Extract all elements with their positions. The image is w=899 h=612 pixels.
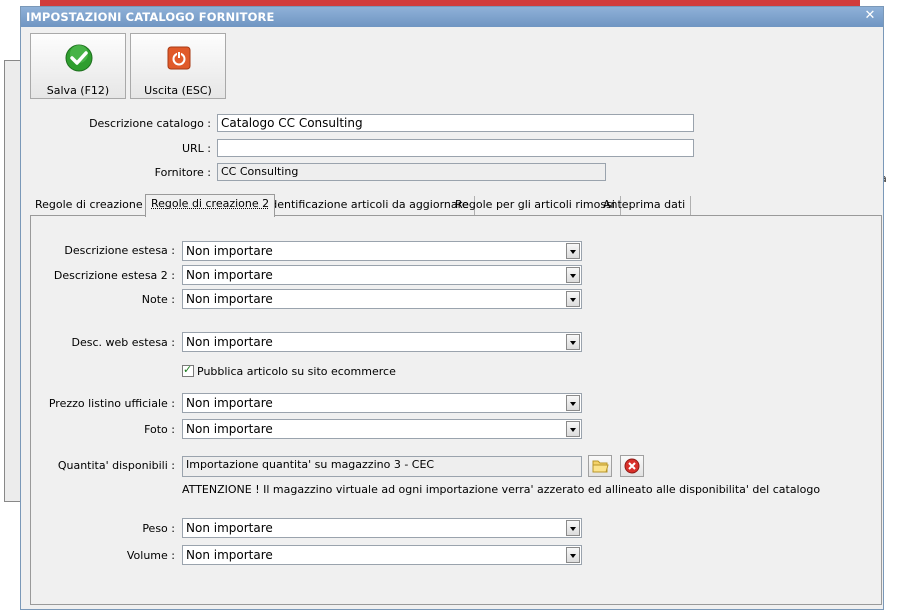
extended-description-select[interactable]: Non importare [182, 241, 582, 261]
select-value: Non importare [186, 292, 273, 306]
warning-text: ATTENZIONE ! Il magazzino virtuale ad og… [182, 483, 821, 496]
publish-ecommerce-label: Pubblica articolo su sito ecommerce [197, 365, 396, 378]
close-icon[interactable]: ✕ [863, 9, 877, 23]
url-label: URL : [181, 142, 211, 155]
exit-button-label: Uscita (ESC) [144, 84, 212, 97]
tab-label: Anteprima dati [603, 198, 686, 211]
photo-label: Foto : [144, 423, 175, 436]
list-price-select[interactable]: Non importare [182, 393, 582, 413]
tab-label: Regole di creazione 2 [151, 197, 270, 210]
chevron-down-icon[interactable] [566, 243, 580, 259]
tab-data-preview[interactable]: Anteprima dati [598, 196, 692, 215]
volume-select[interactable]: Non importare [182, 545, 582, 565]
chevron-down-icon[interactable] [566, 291, 580, 307]
tab-creation-rules-1[interactable]: Regole di creazione 1 [30, 196, 160, 215]
tab-label: Regole per gli articoli rimossi [455, 198, 615, 211]
notes-select[interactable]: Non importare [182, 289, 582, 309]
extended-description-2-label: Descrizione estesa 2 : [53, 269, 175, 282]
volume-label: Volume : [126, 549, 175, 562]
select-value: Non importare [186, 521, 273, 535]
chevron-down-icon[interactable] [566, 395, 580, 411]
select-value: Non importare [186, 268, 273, 282]
delete-icon [624, 458, 640, 474]
extended-description-label: Descrizione estesa : [64, 244, 175, 257]
tab-label: Identificazione articoli da aggiornare [267, 198, 469, 211]
weight-select[interactable]: Non importare [182, 518, 582, 538]
available-quantity-field: Importazione quantita' su magazzino 3 - … [182, 456, 582, 477]
power-icon [167, 46, 191, 70]
tab-panel: Descrizione estesa : Non importare Descr… [30, 215, 882, 605]
title-bar[interactable]: IMPOSTAZIONI CATALOGO FORNITORE ✕ [21, 7, 883, 27]
list-price-label: Prezzo listino ufficiale : [48, 397, 175, 410]
select-value: Non importare [186, 335, 273, 349]
weight-label: Peso : [142, 522, 175, 535]
checkmark-icon [65, 44, 93, 72]
supplier-field: CC Consulting [217, 163, 606, 181]
available-quantity-label: Quantita' disponibili : [57, 459, 175, 472]
notes-label: Note : [141, 293, 175, 306]
save-button-label: Salva (F12) [46, 84, 110, 97]
web-description-label: Desc. web estesa : [71, 336, 175, 349]
tab-identify-articles[interactable]: Identificazione articoli da aggiornare [262, 196, 475, 215]
select-value: Non importare [186, 244, 273, 258]
chevron-down-icon[interactable] [566, 334, 580, 350]
chevron-down-icon[interactable] [566, 547, 580, 563]
extended-description-2-select[interactable]: Non importare [182, 265, 582, 285]
select-value: Non importare [186, 396, 273, 410]
window-title: IMPOSTAZIONI CATALOGO FORNITORE [26, 10, 275, 24]
save-button[interactable]: Salva (F12) [30, 33, 126, 99]
exit-button[interactable]: Uscita (ESC) [130, 33, 226, 99]
select-value: Non importare [186, 422, 273, 436]
tab-removed-articles[interactable]: Regole per gli articoli rimossi [450, 196, 621, 215]
url-input[interactable] [217, 139, 694, 157]
folder-icon [592, 460, 609, 473]
web-description-select[interactable]: Non importare [182, 332, 582, 352]
catalog-description-input[interactable]: Catalogo CC Consulting [217, 114, 694, 132]
chevron-down-icon[interactable] [566, 267, 580, 283]
clear-button[interactable] [620, 455, 644, 477]
photo-select[interactable]: Non importare [182, 419, 582, 439]
catalog-description-label: Descrizione catalogo : [89, 117, 211, 130]
publish-ecommerce-checkbox[interactable] [182, 363, 194, 377]
chevron-down-icon[interactable] [566, 421, 580, 437]
browse-button[interactable] [588, 455, 612, 477]
select-value: Non importare [186, 548, 273, 562]
supplier-label: Fornitore : [154, 166, 211, 179]
catalog-settings-dialog: IMPOSTAZIONI CATALOGO FORNITORE ✕ Salva … [20, 6, 884, 610]
tab-label: Regole di creazione 1 [35, 198, 154, 211]
tab-creation-rules-2[interactable]: Regole di creazione 2 [145, 194, 276, 217]
chevron-down-icon[interactable] [566, 520, 580, 536]
